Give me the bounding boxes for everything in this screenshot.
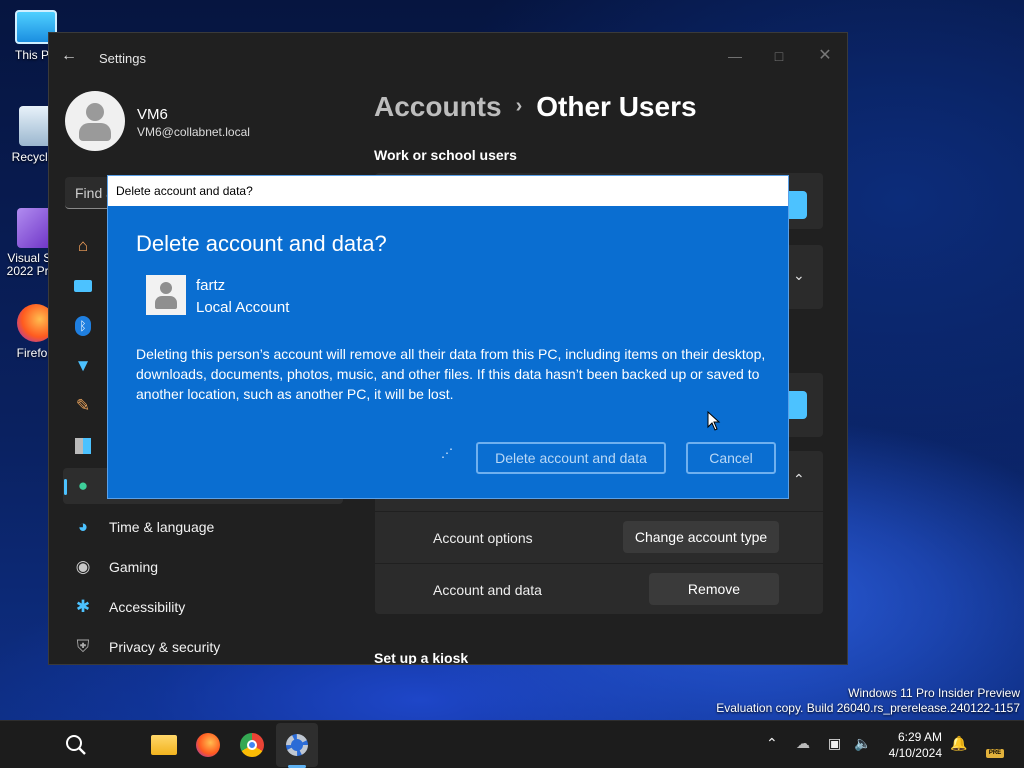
dialog-user-type: Local Account [196,299,290,316]
network-icon: ▼ [74,356,92,375]
user-avatar-icon [146,275,186,315]
breadcrumb-parent[interactable]: Accounts [374,91,502,122]
nav-item-privacy-security[interactable]: ⛨ Privacy & security [63,629,343,664]
minimize-button[interactable]: — [715,41,755,71]
gamepad-icon: ◉ [75,557,91,576]
notification-bell-icon[interactable]: 🔔 [950,735,967,752]
dialog-user-name: fartz [196,277,226,294]
chevron-up-icon: ⌃ [793,471,805,487]
add-account-button-edge[interactable] [787,391,807,419]
nav-item-gaming[interactable]: ◉ Gaming [63,549,343,585]
active-nav-indicator [64,479,67,495]
profile-name: VM6 [137,106,168,123]
section-heading-work-school: Work or school users [374,147,517,163]
dialog-window-title: Delete account and data? [116,184,253,198]
apps-icon [73,436,93,456]
breadcrumb: Accounts › Other Users [374,91,697,123]
account-and-data-row: Account and data Remove [375,564,823,614]
volume-muted-icon[interactable]: 🔈 [854,735,871,752]
file-explorer-icon[interactable] [150,731,178,759]
network-icon[interactable]: ▣ [828,735,841,752]
pre-badge: PRE [986,749,1004,758]
account-options-label: Account options [433,530,533,546]
profile-avatar[interactable] [65,91,125,151]
search-icon[interactable] [62,731,90,759]
watermark-line-1: Windows 11 Pro Insider Preview [848,686,1020,700]
change-account-type-button[interactable]: Change account type [623,521,779,553]
chevron-up-icon[interactable]: ⌃ [766,735,778,752]
nav-item-label: Privacy & security [109,639,221,655]
chevron-right-icon: › [515,95,523,117]
evaluation-watermark: Windows 11 Pro Insider Preview Evaluatio… [716,686,1020,716]
system-clock[interactable]: 6:29 AM 4/10/2024 [884,729,942,761]
nav-item-label: Gaming [109,559,159,575]
nav-item-time-language[interactable]: ◕ Time & language [63,509,343,545]
page-title: Other Users [536,91,697,122]
watermark-line-2: Evaluation copy. Build 26040.rs_prerelea… [716,701,1020,715]
chrome-icon[interactable] [238,731,266,759]
taskbar: ⌃ ☁ ▣ 🔈 6:29 AM 4/10/2024 🔔 PRE [0,720,1024,768]
nav-item-accessibility[interactable]: ✱ Accessibility [63,589,343,625]
back-arrow-icon[interactable]: ← [61,47,85,67]
home-icon: ⌂ [77,236,89,255]
nav-item-label: Accessibility [109,599,186,615]
personalization-icon: ✎ [75,396,91,415]
dialog-body-text: Deleting this person’s account will remo… [136,346,766,402]
avatar-body [155,296,177,309]
system-icon [73,276,93,296]
globe-clock-icon: ◕ [77,517,89,536]
account-options-row: Account options Change account type [375,512,823,563]
accounts-icon: ● [77,476,89,495]
cancel-button[interactable]: Cancel [686,442,776,474]
onedrive-offline-icon[interactable]: ☁ [796,735,810,752]
avatar-head [86,103,104,121]
chevron-down-icon: ⌄ [793,267,805,283]
title-bar: ← Settings — □ ✕ [49,33,847,81]
nav-item-label: Time & language [109,519,215,535]
close-button[interactable]: ✕ [805,41,845,71]
delete-account-and-data-button[interactable]: Delete account and data [476,442,666,474]
bluetooth-icon: ᛒ [73,316,93,336]
profile-email: VM6@collabnet.local [137,125,250,139]
accessibility-icon: ✱ [75,597,91,616]
connect-button-edge[interactable] [787,191,807,219]
remove-button[interactable]: Remove [649,573,779,605]
settings-gear-icon[interactable] [283,731,311,759]
section-heading-kiosk: Set up a kiosk [374,650,469,665]
avatar-head [160,282,172,294]
shield-icon: ⛨ [76,637,90,656]
mouse-cursor-icon [707,411,721,431]
avatar-body [79,123,111,141]
delete-account-dialog: Delete account and data? Delete account … [107,175,789,499]
account-and-data-label: Account and data [433,582,542,598]
dialog-heading: Delete account and data? [136,231,387,256]
clock-time: 6:29 AM [897,730,942,744]
firefox-icon[interactable] [194,731,222,759]
dialog-title-bar: Delete account and data? [108,176,788,206]
loading-spinner-icon: ⋰ [441,446,454,460]
app-title: Settings [99,51,146,66]
maximize-button[interactable]: □ [759,41,799,71]
clock-date: 4/10/2024 [888,746,942,760]
